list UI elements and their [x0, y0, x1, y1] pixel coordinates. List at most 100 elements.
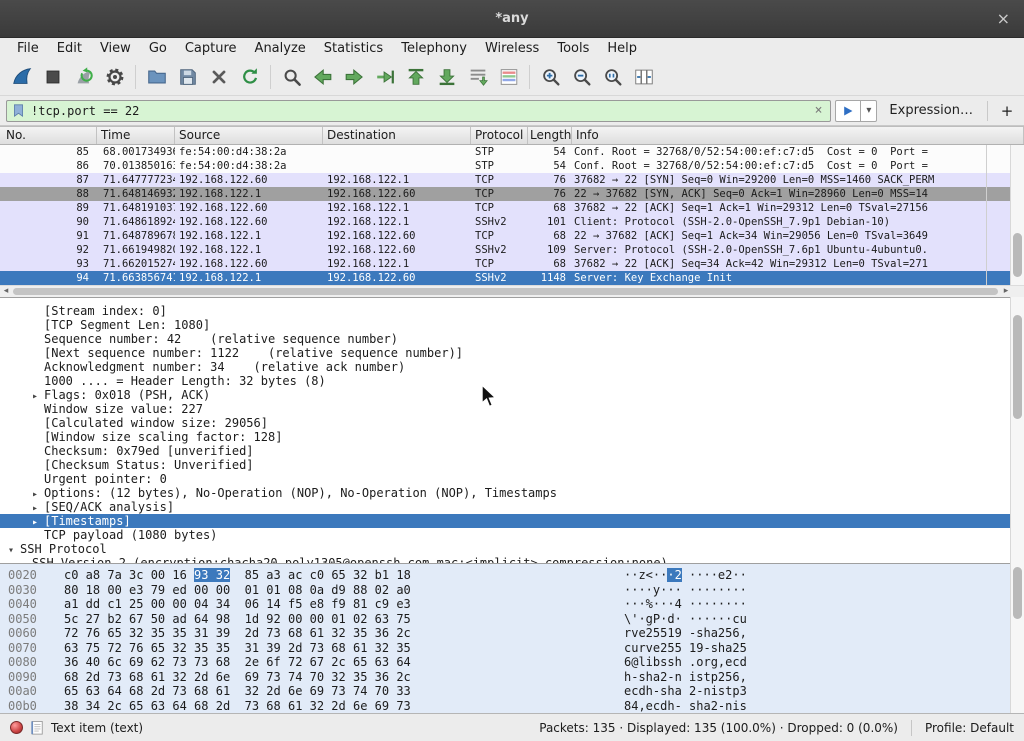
detail-line[interactable]: Sequence number: 42 (relative sequence n…	[0, 332, 1024, 346]
zoom-in-button[interactable]	[535, 62, 566, 92]
detail-line[interactable]: ▸Options: (12 bytes), No-Operation (NOP)…	[0, 486, 1024, 500]
hex-bytes[interactable]: 36 40 6c 69 62 73 73 68 2e 6f 72 67 2c 6…	[64, 655, 411, 669]
packet-row-92[interactable]: 9271.661949820192.168.122.1192.168.122.6…	[0, 243, 1024, 257]
go-back-button[interactable]	[307, 62, 338, 92]
expander-closed-icon[interactable]: ▸	[32, 516, 44, 528]
column-header-no[interactable]: No.	[0, 127, 97, 144]
expander-closed-icon[interactable]: ▸	[32, 502, 44, 514]
colorize-packets-button[interactable]	[493, 62, 524, 92]
detail-line[interactable]: 1000 .... = Header Length: 32 bytes (8)	[0, 374, 1024, 388]
hex-ascii[interactable]: ····y··· ········	[624, 583, 747, 597]
filter-clear-icon[interactable]: ×	[812, 103, 826, 118]
menu-statistics[interactable]: Statistics	[315, 38, 392, 59]
start-capture-button[interactable]	[6, 62, 37, 92]
hex-bytes[interactable]: 38 34 2c 65 63 64 68 2d 73 68 61 32 2d 6…	[64, 699, 411, 713]
hex-ascii[interactable]: ecdh-sha 2-nistp3	[624, 684, 747, 698]
zoom-out-button[interactable]	[566, 62, 597, 92]
window-close-button[interactable]: ×	[997, 9, 1010, 28]
detail-line[interactable]: Checksum: 0x79ed [unverified]	[0, 444, 1024, 458]
detail-line[interactable]: ▸Flags: 0x018 (PSH, ACK)	[0, 388, 1024, 402]
filter-apply-button[interactable]	[835, 100, 861, 122]
auto-scroll-button[interactable]	[462, 62, 493, 92]
detail-line[interactable]: Acknowledgment number: 34 (relative ack …	[0, 360, 1024, 374]
packet-row-85[interactable]: 8568.001734936fe:54:00:d4:38:2aSTP54Conf…	[0, 145, 1024, 159]
menu-help[interactable]: Help	[598, 38, 646, 59]
column-header-dest[interactable]: Destination	[323, 127, 471, 144]
expander-closed-icon[interactable]: ▸	[32, 390, 44, 402]
detail-line[interactable]: [Next sequence number: 1122 (relative se…	[0, 346, 1024, 360]
column-header-info[interactable]: Info	[572, 127, 1024, 144]
reload-file-button[interactable]	[234, 62, 265, 92]
hex-bytes[interactable]: 65 63 64 68 2d 73 68 61 32 2d 6e 69 73 7…	[64, 684, 411, 698]
packet-list-hscrollbar[interactable]: ◂ ▸	[0, 285, 1024, 297]
add-filter-button[interactable]: +	[996, 102, 1018, 120]
menu-file[interactable]: File	[8, 38, 48, 59]
packet-row-93[interactable]: 9371.662015274192.168.122.60192.168.122.…	[0, 257, 1024, 271]
menu-tools[interactable]: Tools	[548, 38, 598, 59]
detail-line[interactable]: SSH Version 2 (encryption:chacha20-poly1…	[0, 556, 1024, 563]
menu-view[interactable]: View	[91, 38, 140, 59]
hex-ascii[interactable]: 84,ecdh- sha2-nis	[624, 699, 747, 713]
column-header-proto[interactable]: Protocol	[471, 127, 528, 144]
hex-bytes[interactable]: c0 a8 7a 3c 00 16	[64, 568, 194, 582]
menu-go[interactable]: Go	[140, 38, 176, 59]
filter-bookmark-icon[interactable]	[12, 103, 25, 118]
hex-ascii[interactable]: ····e2··	[682, 568, 747, 582]
menu-telephony[interactable]: Telephony	[392, 38, 476, 59]
detail-line[interactable]: ▸[Timestamps]	[0, 514, 1024, 528]
hex-bytes[interactable]: 72 76 65 32 35 35 31 39 2d 73 68 61 32 3…	[64, 626, 411, 640]
scrollbar-thumb[interactable]	[1013, 567, 1022, 619]
hex-bytes[interactable]: 5c 27 b2 67 50 ad 64 98 1d 92 00 00 01 0…	[64, 612, 411, 626]
packet-row-89[interactable]: 8971.648191037192.168.122.60192.168.122.…	[0, 201, 1024, 215]
hex-ascii[interactable]: ··z<··	[624, 568, 667, 582]
hex-row[interactable]: 00b038 34 2c 65 63 64 68 2d 73 68 61 32 …	[8, 699, 1024, 714]
go-last-packet-button[interactable]	[431, 62, 462, 92]
detail-line[interactable]: Window size value: 227	[0, 402, 1024, 416]
hex-row[interactable]: 0040a1 dd c1 25 00 00 04 34 06 14 f5 e8 …	[8, 597, 1024, 612]
detail-line[interactable]: [Stream index: 0]	[0, 304, 1024, 318]
hex-row[interactable]: 00505c 27 b2 67 50 ad 64 98 1d 92 00 00 …	[8, 612, 1024, 627]
expander-open-icon[interactable]: ▾	[8, 544, 20, 556]
hex-row[interactable]: 007063 75 72 76 65 32 35 35 31 39 2d 73 …	[8, 641, 1024, 656]
hex-bytes[interactable]: 63 75 72 76 65 32 35 35 31 39 2d 73 68 6…	[64, 641, 411, 655]
hex-row[interactable]: 003080 18 00 e3 79 ed 00 00 01 01 08 0a …	[8, 583, 1024, 598]
hex-row[interactable]: 00a065 63 64 68 2d 73 68 61 32 2d 6e 69 …	[8, 684, 1024, 699]
detail-line[interactable]: Urgent pointer: 0	[0, 472, 1024, 486]
restart-capture-button[interactable]	[68, 62, 99, 92]
detail-line[interactable]: ▸[SEQ/ACK analysis]	[0, 500, 1024, 514]
menu-wireless[interactable]: Wireless	[476, 38, 548, 59]
detail-line[interactable]: [TCP Segment Len: 1080]	[0, 318, 1024, 332]
scrollbar-thumb[interactable]	[1013, 233, 1022, 277]
hex-row[interactable]: 009068 2d 73 68 61 32 2d 6e 69 73 74 70 …	[8, 670, 1024, 685]
scroll-right-icon[interactable]: ▸	[1000, 286, 1012, 297]
hex-ascii[interactable]: \'·gP·d· ······cu	[624, 612, 747, 626]
go-first-packet-button[interactable]	[400, 62, 431, 92]
bytes-scrollbar[interactable]	[1010, 563, 1024, 713]
display-filter-input[interactable]: !tcp.port == 22 ×	[6, 100, 831, 122]
open-file-button[interactable]	[141, 62, 172, 92]
go-forward-button[interactable]	[338, 62, 369, 92]
hex-bytes[interactable]: 80 18 00 e3 79 ed 00 00 01 01 08 0a d9 8…	[64, 583, 411, 597]
packet-list-scrollbar[interactable]	[1010, 145, 1024, 285]
capture-options-button[interactable]	[99, 62, 130, 92]
column-header-source[interactable]: Source	[175, 127, 323, 144]
zoom-original-button[interactable]	[597, 62, 628, 92]
hex-ascii[interactable]: h-sha2-n istp256,	[624, 670, 747, 684]
resize-columns-button[interactable]	[628, 62, 659, 92]
menu-capture[interactable]: Capture	[176, 38, 246, 59]
detail-line[interactable]: [Checksum Status: Unverified]	[0, 458, 1024, 472]
menu-edit[interactable]: Edit	[48, 38, 91, 59]
packet-row-94[interactable]: 9471.663856741192.168.122.1192.168.122.6…	[0, 271, 1024, 285]
menu-analyze[interactable]: Analyze	[246, 38, 315, 59]
detail-line[interactable]: [Window size scaling factor: 128]	[0, 430, 1024, 444]
hex-row[interactable]: 008036 40 6c 69 62 73 73 68 2e 6f 72 67 …	[8, 655, 1024, 670]
titlebar[interactable]: *any ×	[0, 0, 1024, 38]
hex-ascii[interactable]: 6@libssh .org,ecd	[624, 655, 747, 669]
scroll-left-icon[interactable]: ◂	[0, 286, 12, 297]
expert-info-icon[interactable]	[10, 721, 23, 734]
hex-bytes[interactable]: 68 2d 73 68 61 32 2d 6e 69 73 74 70 32 3…	[64, 670, 411, 684]
details-scrollbar[interactable]	[1010, 297, 1024, 563]
stop-capture-button[interactable]	[37, 62, 68, 92]
expander-closed-icon[interactable]: ▸	[32, 488, 44, 500]
detail-line[interactable]: ▾SSH Protocol	[0, 542, 1024, 556]
